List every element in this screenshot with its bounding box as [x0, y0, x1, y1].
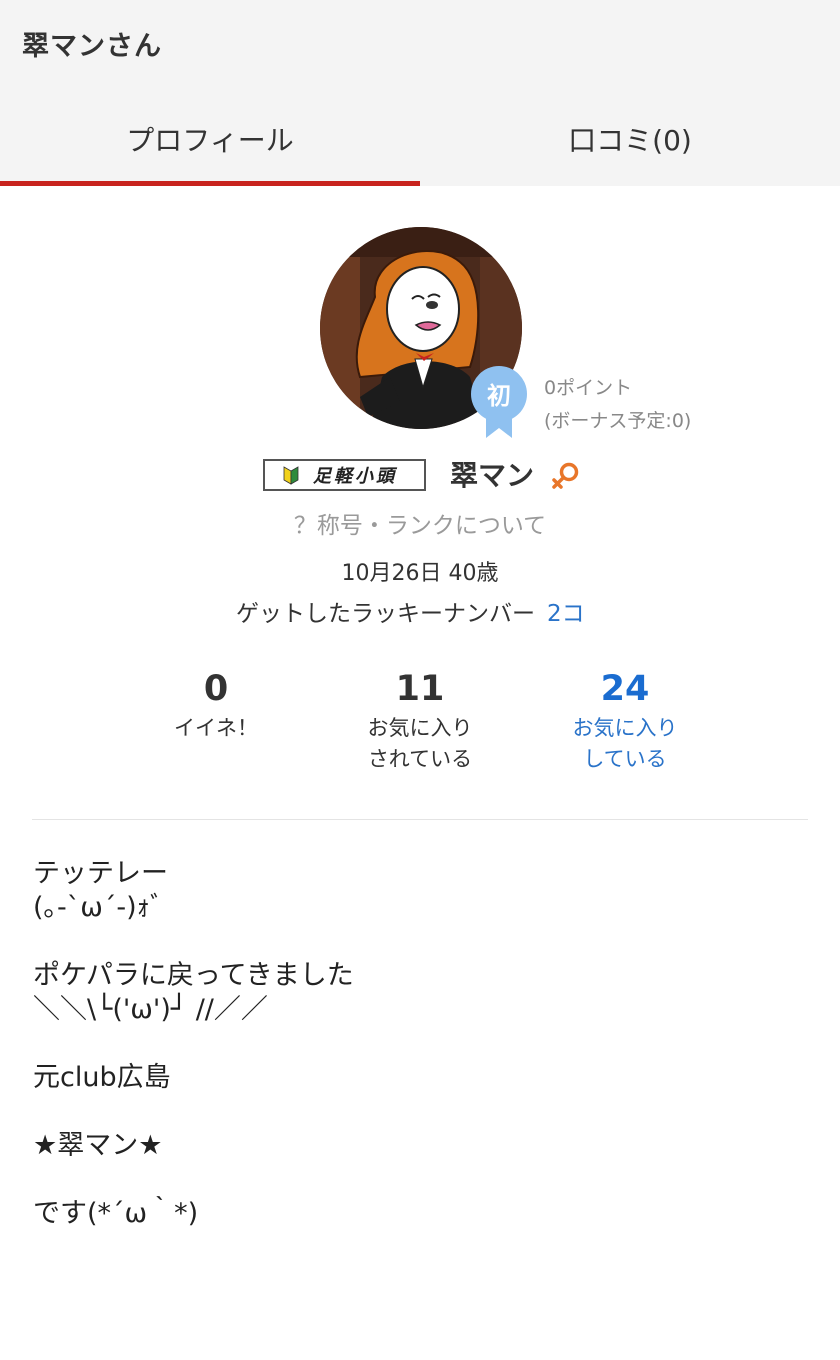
profile-bio: テッテレー (｡-`ω´-)ｫﾞ ポケパラに戻ってきました ＼＼\└('ω')┘… [33, 857, 813, 1231]
rank-badge-text: 初 [487, 382, 511, 410]
name-row: 足軽小頭 翠マン [0, 451, 840, 495]
bio-line: ★翠マン★ [33, 1130, 163, 1161]
tab-reviews[interactable]: 口コミ(0) [420, 92, 840, 186]
page-title: 翠マンさん [22, 31, 162, 62]
stat-likes: 0 イイネ！ [116, 668, 316, 744]
user-name: 翠マン [450, 459, 535, 492]
likes-count: 0 [203, 669, 229, 709]
beginner-rank-badge: 初 [470, 366, 528, 440]
lucky-number-row: ゲットしたラッキーナンバー 2コ [236, 594, 585, 628]
tab-bar: プロフィール 口コミ(0) [0, 92, 840, 186]
bio-blank-line [33, 1163, 813, 1197]
favoriting-label[interactable]: お気に入り している [525, 713, 725, 775]
bio-line: ポケパラに戻ってきました [33, 960, 354, 991]
bonus-points: (ボーナス予定:0) [544, 410, 692, 432]
bio-blank-line [33, 925, 813, 959]
bio-line: です(*´ω｀*) [33, 1198, 199, 1229]
favorited-by-label: お気に入り されている [367, 716, 473, 771]
stat-favoriting[interactable]: 24 お気に入り している [525, 668, 725, 775]
birthday-age: 10月26日 40歳 [341, 561, 499, 586]
favorited-by-count: 11 [395, 669, 445, 709]
female-icon [552, 462, 579, 489]
points-value: 0ポイント [544, 377, 633, 399]
bio-line: ＼＼\└('ω')┘ //／／ [33, 994, 268, 1025]
bio-blank-line [33, 1095, 813, 1129]
bio-blank-line [33, 1027, 813, 1061]
lucky-number-label: ゲットしたラッキーナンバー [236, 601, 535, 627]
likes-label: イイネ！ [174, 716, 258, 740]
bio-line: (｡-`ω´-)ｫﾞ [33, 892, 164, 923]
bio-line: 元club広島 [33, 1062, 171, 1093]
lucky-number-count-link[interactable]: 2コ [547, 601, 585, 627]
rank-info-link[interactable]: ？称号・ランクについて [0, 506, 840, 540]
tab-profile[interactable]: プロフィール [0, 92, 420, 186]
divider [32, 819, 808, 820]
stat-favorited-by: 11 お気に入り されている [320, 668, 520, 775]
favoriting-count[interactable]: 24 [525, 668, 725, 710]
ribbon-icon: 初 [471, 366, 527, 438]
points-info: 0ポイント (ボーナス予定:0) [544, 372, 691, 438]
beginner-leaf-icon [283, 466, 299, 485]
title-text: 足軽小頭 [313, 466, 397, 487]
bio-line: テッテレー [33, 858, 168, 889]
title-badge: 足軽小頭 [263, 459, 426, 491]
